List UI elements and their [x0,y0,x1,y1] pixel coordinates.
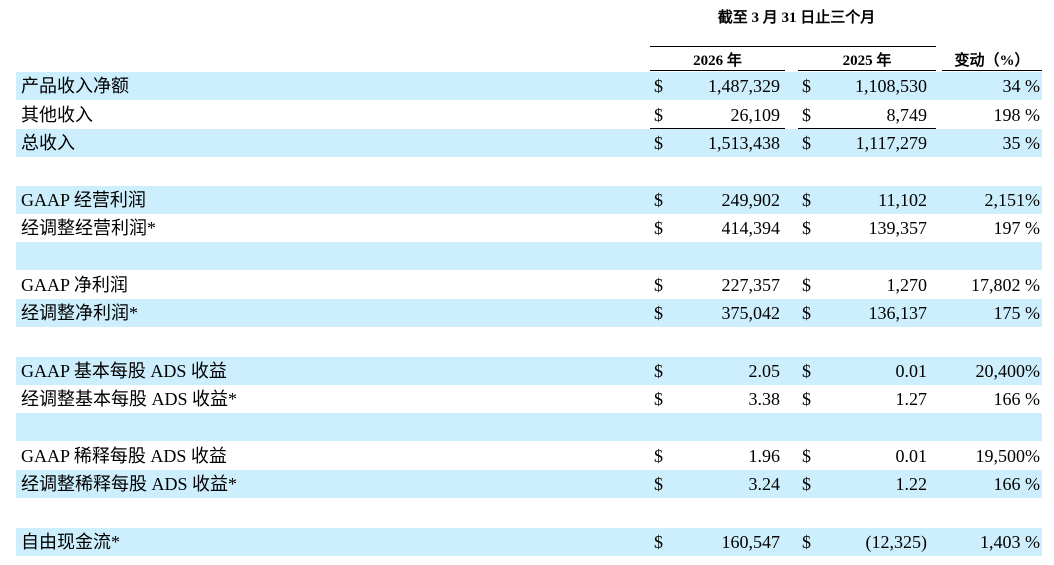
column-header-2025: 2025 年 [842,53,892,69]
currency-symbol: $ [654,389,663,409]
change-percent: 175 % [993,303,1041,323]
table-row: GAAP 稀释每股 ADS 收益 $1.96 $0.01 19,500% [16,442,1042,470]
value-2026: 227,357 [721,275,781,295]
row-label: GAAP 基本每股 ADS 收益 [21,361,227,381]
value-2025: 1,108,530 [855,76,927,96]
change-percent: 20,400% [975,361,1041,381]
change-percent: 19,500% [975,446,1041,466]
currency-symbol: $ [802,76,811,96]
value-2025: 0.01 [895,446,928,466]
table-row: GAAP 净利润 $227,357 $1,270 17,802 % [16,271,1042,299]
table-row: GAAP 基本每股 ADS 收益 $2.05 $0.01 20,400% [16,357,1042,385]
change-percent: 198 % [993,105,1041,125]
row-label: 经调整基本每股 ADS 收益* [21,389,238,409]
change-percent: 34 % [1002,76,1041,96]
change-percent: 2,151% [984,190,1041,210]
subtotal-rule [798,128,936,129]
value-2026: 3.38 [748,389,781,409]
value-2025: 11,102 [878,190,927,210]
period-header: 截至 3 月 31 日止三个月 [717,10,876,26]
row-label: GAAP 稀释每股 ADS 收益 [21,446,227,466]
row-label: 经调整稀释每股 ADS 收益* [21,474,238,494]
table-row: 总收入 $1,513,438 $1,117,279 35 % [16,129,1042,157]
value-2026: 160,547 [721,532,781,552]
value-2025: 1.27 [895,389,928,409]
currency-symbol: $ [802,474,811,494]
value-2026: 1,513,438 [708,133,780,153]
row-label: 自由现金流* [21,532,120,552]
value-2026: 1,487,329 [708,76,780,96]
currency-symbol: $ [654,532,663,552]
currency-symbol: $ [802,389,811,409]
row-label: GAAP 净利润 [21,275,128,295]
currency-symbol: $ [802,133,811,153]
currency-symbol: $ [654,303,663,323]
table-row: 经调整稀释每股 ADS 收益* $3.24 $1.22 166 % [16,470,1042,498]
table-row: 其他收入 $26,109 $8,749 198 % [16,101,1042,129]
change-percent: 197 % [993,218,1041,238]
currency-symbol: $ [654,218,663,238]
currency-symbol: $ [654,76,663,96]
currency-symbol: $ [654,446,663,466]
column-header-2026: 2026 年 [693,53,742,69]
row-label: 经调整经营利润* [21,218,156,238]
currency-symbol: $ [654,275,663,295]
row-label: 经调整净利润* [21,303,138,323]
currency-symbol: $ [802,190,811,210]
value-2025: 136,137 [868,303,928,323]
change-percent: 35 % [1002,133,1041,153]
column-rule-2025 [798,70,936,71]
row-label: 其他收入 [21,105,93,125]
spacer-row [16,157,1042,185]
currency-symbol: $ [654,105,663,125]
table-row: 产品收入净额 $1,487,329 $1,108,530 34 % [16,72,1042,100]
currency-symbol: $ [802,303,811,323]
value-2026: 3.24 [748,474,781,494]
change-percent: 166 % [993,474,1041,494]
table-row: 经调整经营利润* $414,394 $139,357 197 % [16,214,1042,242]
spacer-row [16,413,1042,441]
value-2026: 414,394 [721,218,781,238]
table-row: 经调整基本每股 ADS 收益* $3.38 $1.27 166 % [16,385,1042,413]
row-label: GAAP 经营利润 [21,190,146,210]
spacer-row [16,327,1042,355]
currency-symbol: $ [802,218,811,238]
value-2026: 375,042 [721,303,781,323]
value-2025: (12,325) [865,532,928,552]
currency-symbol: $ [802,446,811,466]
change-percent: 1,403 % [980,532,1040,552]
value-2025: 139,357 [868,218,928,238]
value-2026: 1.96 [748,446,781,466]
row-label: 总收入 [21,133,75,153]
currency-symbol: $ [654,361,663,381]
change-percent: 17,802 % [971,275,1040,295]
value-2025: 8,749 [886,105,928,125]
currency-symbol: $ [654,190,663,210]
change-percent: 166 % [993,389,1041,409]
column-rule-change [942,70,1042,71]
value-2025: 0.01 [895,361,928,381]
table-row: GAAP 经营利润 $249,902 $11,102 2,151% [16,186,1042,214]
period-rule [650,46,936,47]
value-2026: 249,902 [721,190,781,210]
row-label: 产品收入净额 [21,76,129,96]
currency-symbol: $ [802,361,811,381]
value-2026: 26,109 [730,105,781,125]
value-2025: 1,117,279 [855,133,927,153]
currency-symbol: $ [802,275,811,295]
spacer-row [16,498,1042,526]
spacer-row [16,242,1042,270]
table-row: 自由现金流* $160,547 $ (12,325) 1,403 % [16,528,1042,556]
value-2025: 1.22 [895,474,928,494]
subtotal-rule [650,128,785,129]
currency-symbol: $ [654,133,663,153]
currency-symbol: $ [654,474,663,494]
column-header-change: 变动（%） [954,53,1030,69]
currency-symbol: $ [802,105,811,125]
column-rule-2026 [650,70,785,71]
value-2026: 2.05 [748,361,781,381]
value-2025: 1,270 [886,275,928,295]
currency-symbol: $ [802,532,811,552]
table-row: 经调整净利润* $375,042 $136,137 175 % [16,299,1042,327]
